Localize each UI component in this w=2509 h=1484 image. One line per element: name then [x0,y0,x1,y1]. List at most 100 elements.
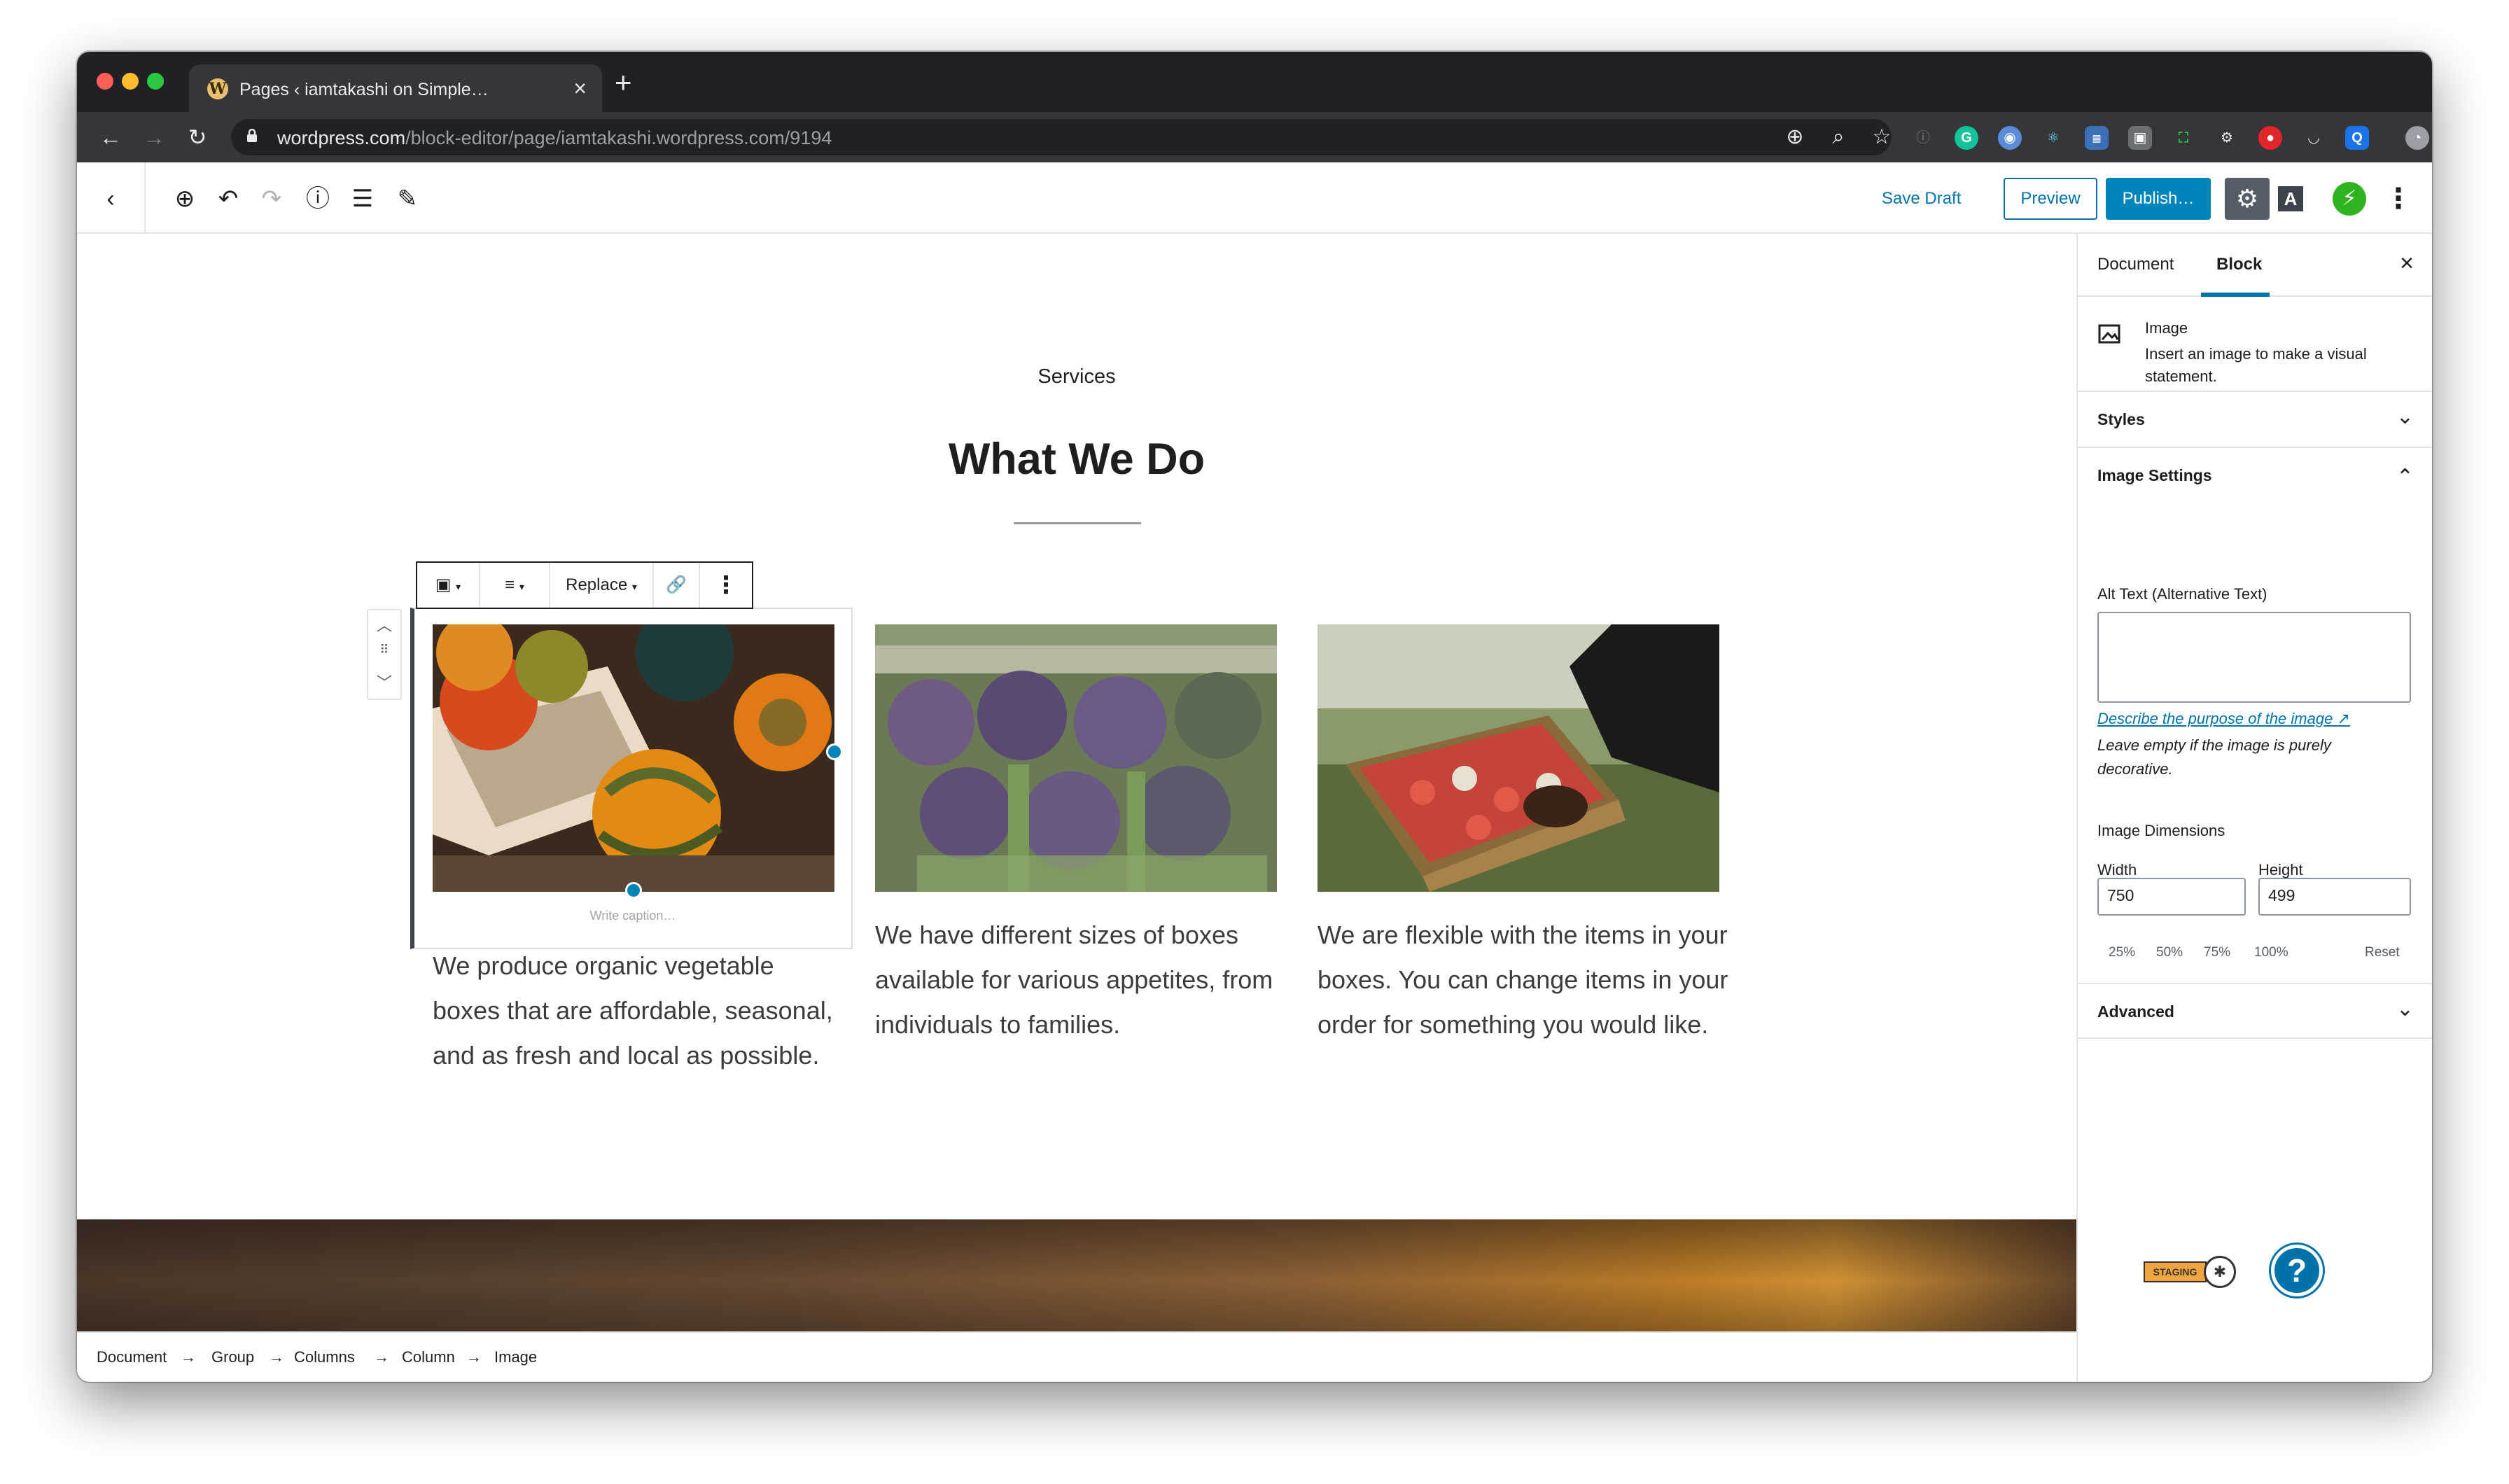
size-25-button[interactable]: 25% [2109,945,2135,960]
dropdown-caret-icon: ▾ [631,581,637,592]
resize-handle-right[interactable] [826,743,843,760]
add-block-icon[interactable]: ⊕ [168,182,202,216]
address-bar[interactable]: wordpress.com/block-editor/page/iamtakas… [231,119,1892,155]
chevron-down-icon: ⌄ [2396,405,2414,428]
page-heading[interactable]: What We Do [77,434,2076,484]
image-pumpkins[interactable] [433,624,834,892]
alt-text-label: Alt Text (Alternative Text) [2097,585,2267,603]
reset-size-button[interactable]: Reset [2365,945,2400,960]
link-icon[interactable]: 🔗 [654,563,700,608]
size-100-button[interactable]: 100% [2254,945,2288,960]
separator[interactable] [1014,522,1141,524]
gear-extension-icon[interactable]: ⚙ [2215,126,2239,150]
settings-gear-icon[interactable]: ⚙ [2225,178,2270,220]
info-extension-icon[interactable]: ⓘ [1911,126,1935,150]
sidebar-tabs: Document Block × [2078,234,2432,297]
height-label: Height [2258,861,2303,878]
new-tab-button[interactable]: + [615,68,632,97]
minimize-window-button[interactable] [122,73,139,90]
size-75-button[interactable]: 75% [2204,945,2230,960]
list-view-icon[interactable]: ☰ [346,182,379,216]
typography-icon[interactable]: A [2278,186,2303,211]
extension-icon[interactable]: Q [2345,126,2369,150]
breadcrumb-group[interactable]: Group [211,1348,254,1366]
width-label: Width [2097,861,2137,878]
add-icon[interactable]: ⊕ [1780,122,1810,153]
edit-mode-icon[interactable]: ✎ [391,182,424,216]
drag-handle-icon[interactable]: ⠿ [368,643,400,657]
panel-image-settings[interactable]: Image Settings ⌃ [2078,448,2432,504]
image-icon: ▣ [435,575,452,594]
grammarly-icon[interactable]: G [1955,126,1978,150]
maximize-window-button[interactable] [147,73,164,90]
redo-icon[interactable]: ↷ [255,182,288,216]
tab-close-icon[interactable]: × [573,74,587,102]
width-input[interactable]: 750 [2097,878,2246,916]
size-50-button[interactable]: 50% [2156,945,2183,960]
close-sidebar-icon[interactable]: × [2400,249,2414,277]
breadcrumb-columns[interactable]: Columns [294,1348,355,1366]
column-text-3[interactable]: We are flexible with the items in your b… [1318,913,1731,1047]
extension-icon[interactable]: ◉ [1998,126,2022,150]
tab-document[interactable]: Document [2097,255,2174,274]
replace-button[interactable]: Replace ▾ [550,563,654,608]
panel-advanced[interactable]: Advanced ⌄ [2078,983,2432,1039]
browser-tab[interactable]: W Pages ‹ iamtakashi on Simple… × [189,64,602,112]
info-icon[interactable]: ⓘ [301,182,335,216]
react-devtools-icon[interactable]: ⚛ [2041,126,2065,150]
extension-icon[interactable]: ▦ [2085,126,2109,150]
breadcrumb-column[interactable]: Column [402,1348,455,1366]
back-to-dashboard-icon[interactable]: ‹ [94,182,127,216]
block-card-title: Image [2145,319,2188,337]
help-button[interactable]: ? [2271,1245,2323,1296]
close-window-button[interactable] [97,73,113,90]
extension-icon[interactable]: ● [2258,126,2282,150]
help-link-text: Describe the purpose of the image [2097,710,2333,727]
move-up-icon[interactable]: ︿ [368,613,400,636]
align-button[interactable]: ≡ ▾ [480,563,550,608]
breadcrumb-document[interactable]: Document [97,1348,167,1366]
zoom-icon[interactable]: ⌕ [1823,122,1854,153]
align-center-icon: ≡ [505,575,515,594]
profile-avatar[interactable]: ◔ [2405,126,2429,150]
section-eyebrow[interactable]: Services [77,365,2076,388]
extension-icon[interactable]: ▣ [2128,126,2152,150]
staging-badge: STAGING [2144,1261,2207,1282]
column-text-1[interactable]: We produce organic vegetable boxes that … [433,944,846,1078]
pocket-icon[interactable]: ◡ [2302,126,2326,150]
move-down-icon[interactable]: ﹀ [368,671,400,693]
height-input[interactable]: 499 [2258,878,2411,916]
panel-styles[interactable]: Styles ⌄ [2078,392,2432,448]
dropdown-caret-icon: ▾ [519,581,524,592]
caption-field[interactable]: Write caption… [414,909,851,923]
jetpack-icon[interactable]: ⚡ [2333,182,2366,216]
bug-report-icon[interactable]: ✱ [2204,1256,2236,1288]
screenshot-extension-icon[interactable]: ⛶ [2172,126,2195,150]
reload-icon[interactable]: ↻ [182,122,213,153]
more-options-icon[interactable]: ⋮ [700,563,752,608]
alt-text-field[interactable] [2097,612,2411,703]
block-breadcrumb: Document → Group → Columns → Column → Im… [77,1331,2076,1382]
more-options-icon[interactable]: ⋮ [2384,182,2412,216]
image-artichokes[interactable] [875,624,1277,892]
resize-handle-bottom[interactable] [625,882,642,899]
bookmark-star-icon[interactable]: ☆ [1866,122,1897,153]
back-icon[interactable]: ← [95,122,126,153]
breadcrumb-arrow: → [374,1348,389,1366]
image-vegetable-crate[interactable] [1318,624,1719,892]
publish-button[interactable]: Publish… [2106,178,2211,220]
describe-purpose-link[interactable]: Describe the purpose of the image ↗ [2097,710,2350,728]
column-text-2[interactable]: We have different sizes of boxes availab… [875,913,1288,1047]
preview-button[interactable]: Preview [2004,178,2097,220]
block-card: Image Insert an image to make a visual s… [2078,298,2432,392]
cover-image-strip[interactable] [77,1219,2076,1331]
browser-toolbar: ← → ↻ wordpress.com/block-editor/page/ia… [77,112,2432,162]
divider [144,162,146,232]
block-type-switcher[interactable]: ▣ ▾ [417,563,480,608]
breadcrumb-image[interactable]: Image [494,1348,537,1366]
undo-icon[interactable]: ↶ [211,182,245,216]
save-draft-button[interactable]: Save Draft [1882,189,1961,209]
tab-block[interactable]: Block [2216,255,2262,274]
breadcrumb-arrow: → [269,1348,284,1366]
forward-icon[interactable]: → [139,122,169,153]
